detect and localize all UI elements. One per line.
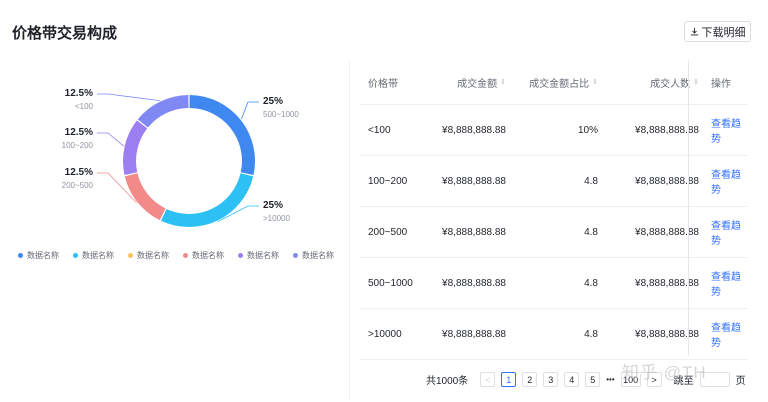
total-count: 共1000条 (426, 376, 469, 387)
cell-amount: ¥8,888,888.88 (442, 226, 506, 238)
table-row: 500~1000 ¥8,888,888.88 4.8 ¥8,888,888.88 查看趋… (360, 258, 748, 309)
legend-label: 数据名称 (82, 251, 114, 260)
legend-label: 数据名称 (27, 251, 59, 260)
fixed-column-divider (688, 60, 689, 356)
legend-label: 数据名称 (247, 251, 279, 260)
col-header-buyers-label: 成交人数 (650, 78, 691, 90)
pagination-ellipsis[interactable]: ••• (606, 375, 614, 384)
page-title: 价格带交易构成 (12, 25, 118, 42)
col-header-buyers[interactable]: 成交人数 ⇕ (598, 75, 699, 90)
cell-ratio: 10% (577, 124, 598, 136)
legend-item[interactable]: 数据名称 (18, 250, 73, 261)
legend-item[interactable]: 数据名称 (238, 250, 293, 261)
page-unit: 页 (735, 376, 746, 387)
legend-item[interactable]: 数据名称 (183, 250, 238, 261)
legend-dot (238, 253, 243, 258)
watermark: 知乎 @TH (622, 363, 707, 382)
slice-category-label: <100 (75, 102, 94, 111)
download-details-button[interactable]: 下载明细 (684, 21, 751, 42)
legend-item[interactable]: 数据名称 (128, 250, 183, 261)
col-header-ratio-label: 成交金额占比 (529, 78, 590, 90)
cell-amount: ¥8,888,888.88 (442, 277, 506, 289)
leader-line (97, 93, 160, 102)
cell-ratio: 4.8 (584, 328, 598, 340)
leader-line (241, 101, 259, 120)
download-details-label: 下载明细 (701, 26, 746, 39)
slice-percent-label: 12.5% (65, 167, 93, 178)
section-divider (349, 60, 350, 400)
table-row: 100~200 ¥8,888,888.88 4.8 ¥8,888,888.88 查看趋势 (360, 156, 748, 207)
legend-dot (183, 253, 188, 258)
slice-percent-label: 12.5% (65, 88, 93, 99)
page-4[interactable]: 4 (564, 372, 580, 387)
table-row: 200~500 ¥8,888,888.88 4.8 ¥8,888,888.88 查看趋势 (360, 207, 748, 258)
legend-label: 数据名称 (192, 251, 224, 260)
cell-amount: ¥8,888,888.88 (442, 124, 506, 136)
cell-buyers: ¥8,888,888.88 (635, 277, 699, 289)
donut-slice[interactable] (160, 173, 254, 227)
table-header: 价格带 成交金额 ⇕ 成交金额占比 ⇕ 成交人数 ⇕ 操作 (360, 60, 748, 105)
legend-label: 数据名称 (302, 251, 334, 260)
price-band-table: 价格带 成交金额 ⇕ 成交金额占比 ⇕ 成交人数 ⇕ 操作 <100 ¥8,888,88… (360, 60, 748, 360)
cell-buyers: ¥8,888,888.88 (635, 175, 699, 187)
cell-band: <100 (368, 124, 391, 136)
cell-band: >10000 (368, 328, 402, 340)
page-3[interactable]: 3 (543, 372, 559, 387)
cell-band: 200~500 (368, 226, 408, 238)
col-header-action: 操作 (711, 78, 731, 90)
table-row: <100 ¥8,888,888.88 10% ¥8,888,888.88 查看趋势 (360, 105, 748, 156)
legend-dot (73, 253, 78, 258)
donut-slice[interactable] (137, 95, 189, 128)
page-5[interactable]: 5 (585, 372, 601, 387)
cell-buyers: ¥8,888,888.88 (635, 328, 699, 340)
slice-percent-label: 12.5% (65, 127, 93, 138)
legend-item[interactable]: 数据名称 (73, 250, 128, 261)
legend-dot (128, 253, 133, 258)
table-row: >10000 ¥8,888,888.88 4.8 ¥8,888,888.88 查看趋势 (360, 309, 748, 360)
cell-buyers: ¥8,888,888.88 (635, 124, 699, 136)
col-header-amount-label: 成交金额 (457, 78, 498, 90)
col-header-ratio[interactable]: 成交金额占比 ⇕ (506, 75, 598, 90)
cell-band: 100~200 (368, 175, 408, 187)
slice-category-label: 500~1000 (263, 110, 299, 119)
prev-page-button[interactable]: < (480, 372, 496, 387)
page-2[interactable]: 2 (522, 372, 538, 387)
slice-category-label: >10000 (263, 214, 290, 223)
cell-ratio: 4.8 (584, 175, 598, 187)
slice-category-label: 100~200 (62, 141, 94, 150)
cell-amount: ¥8,888,888.88 (442, 328, 506, 340)
donut-slice[interactable] (123, 120, 148, 176)
slice-percent-label: 25% (263, 200, 283, 211)
legend-item[interactable]: 数据名称 (293, 250, 348, 261)
view-trend-link[interactable]: 查看趋势 (699, 268, 748, 298)
col-header-amount[interactable]: 成交金额 ⇕ (422, 75, 506, 90)
legend-dot (18, 253, 23, 258)
view-trend-link[interactable]: 查看趋势 (699, 319, 748, 349)
chart-legend: 数据名称 数据名称 数据名称 数据名称 数据名称 数据名称 (18, 250, 348, 261)
cell-ratio: 4.8 (584, 277, 598, 289)
view-trend-link[interactable]: 查看趋势 (699, 166, 748, 196)
download-icon (690, 27, 698, 36)
donut-chart: 25% 500~1000 25% >10000 12.5% 200~500 12.5% 100… (62, 88, 299, 227)
view-trend-link[interactable]: 查看趋势 (699, 217, 748, 247)
page-1[interactable]: 1 (501, 372, 517, 387)
cell-buyers: ¥8,888,888.88 (635, 226, 699, 238)
slice-percent-label: 25% (263, 96, 283, 107)
legend-dot (293, 253, 298, 258)
cell-amount: ¥8,888,888.88 (442, 175, 506, 187)
slice-category-label: 200~500 (62, 181, 94, 190)
view-trend-link[interactable]: 查看趋势 (699, 115, 748, 145)
donut-slice[interactable] (189, 95, 256, 176)
leader-line (97, 132, 124, 147)
legend-label: 数据名称 (137, 251, 169, 260)
cell-ratio: 4.8 (584, 226, 598, 238)
col-header-band: 价格带 (368, 78, 398, 90)
cell-band: 500~1000 (368, 277, 413, 289)
